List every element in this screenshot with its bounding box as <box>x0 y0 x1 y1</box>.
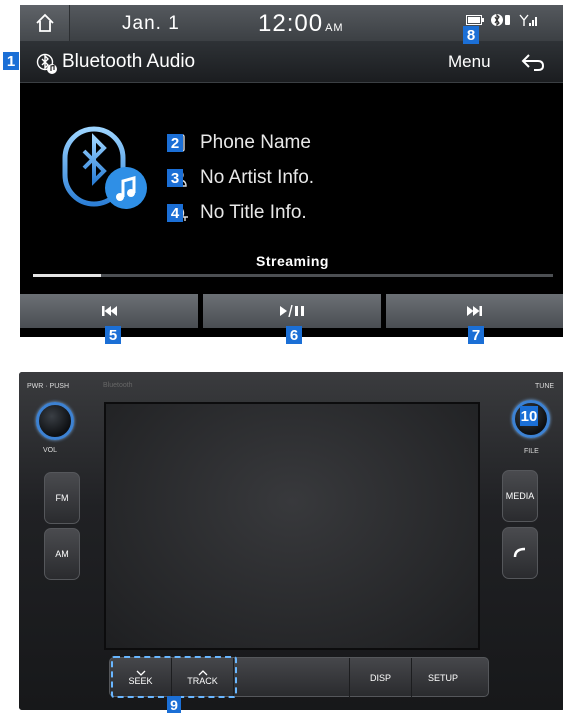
phone-name-row: Phone Name <box>162 132 311 154</box>
seek-track-highlight <box>111 656 237 698</box>
callout-8: 8 <box>463 26 479 44</box>
bluetooth-audio-screen: Jan. 1 12:00 AM Bluetooth Audio Menu Pho… <box>20 5 563 337</box>
next-track-button[interactable] <box>386 294 563 328</box>
progress-fill <box>33 274 101 277</box>
status-bar: Jan. 1 12:00 AM <box>20 5 563 41</box>
callout-9: 9 <box>167 696 181 713</box>
title-bar: Bluetooth Audio Menu <box>20 41 563 83</box>
callout-3: 3 <box>167 169 183 187</box>
callout-6: 6 <box>286 326 302 344</box>
page-title: Bluetooth Audio <box>62 51 196 72</box>
fm-button[interactable]: FM <box>44 472 80 524</box>
callout-5: 5 <box>105 326 121 344</box>
tune-label: TUNE <box>535 383 555 390</box>
next-icon <box>467 306 482 316</box>
title-row: No Title Info. <box>162 202 307 224</box>
battery-icon <box>466 15 484 25</box>
status-icons <box>466 13 538 27</box>
callout-7: 7 <box>468 326 484 344</box>
pwr-label: PWR · PUSH <box>27 383 69 390</box>
now-playing-area: Phone Name No Artist Info. No Title Info… <box>20 84 563 294</box>
media-button[interactable]: MEDIA <box>502 470 538 522</box>
phone-button[interactable] <box>502 527 538 579</box>
home-icon <box>35 13 54 32</box>
setup-button[interactable]: SETUP <box>412 658 474 698</box>
blank-button[interactable] <box>234 658 350 698</box>
status-time-value: 12:00 <box>258 10 324 37</box>
bluetooth-audio-icon <box>36 53 57 74</box>
menu-button[interactable]: Menu <box>448 52 491 72</box>
previous-track-button[interactable] <box>20 294 198 328</box>
progress-bar[interactable] <box>33 274 553 277</box>
volume-knob[interactable] <box>36 402 74 440</box>
bluetooth-logo-label: Bluetooth <box>103 382 133 389</box>
vol-label: VOL <box>43 447 58 454</box>
status-date: Jan. 1 <box>122 13 180 34</box>
callout-10: 10 <box>520 406 538 426</box>
previous-icon <box>102 306 117 316</box>
file-label: FILE <box>524 448 539 455</box>
back-icon[interactable] <box>520 51 546 73</box>
streaming-status: Streaming <box>256 253 329 269</box>
bluetooth-album-art-icon <box>62 126 147 209</box>
callout-2: 2 <box>167 134 183 152</box>
play-pause-button[interactable] <box>203 294 381 328</box>
song-title: No Title Info. <box>200 202 307 223</box>
signal-icon <box>519 14 537 26</box>
callout-1: 1 <box>3 52 19 70</box>
bluetooth-phone-icon <box>491 13 510 27</box>
home-button[interactable] <box>20 5 70 41</box>
status-time: 12:00 AM <box>258 10 344 38</box>
play-pause-icon <box>280 305 304 317</box>
display-screen <box>104 402 480 650</box>
artist-row: No Artist Info. <box>162 167 314 189</box>
status-time-ampm: AM <box>325 22 344 34</box>
phone-icon <box>513 547 526 558</box>
callout-4: 4 <box>167 204 183 222</box>
phone-name: Phone Name <box>200 132 311 153</box>
artist-name: No Artist Info. <box>200 167 315 188</box>
head-unit-hardware: Bluetooth PWR · PUSH VOL TUNE FILE FM AM… <box>19 372 563 710</box>
am-button[interactable]: AM <box>44 528 80 580</box>
disp-button[interactable]: DISP <box>350 658 412 698</box>
